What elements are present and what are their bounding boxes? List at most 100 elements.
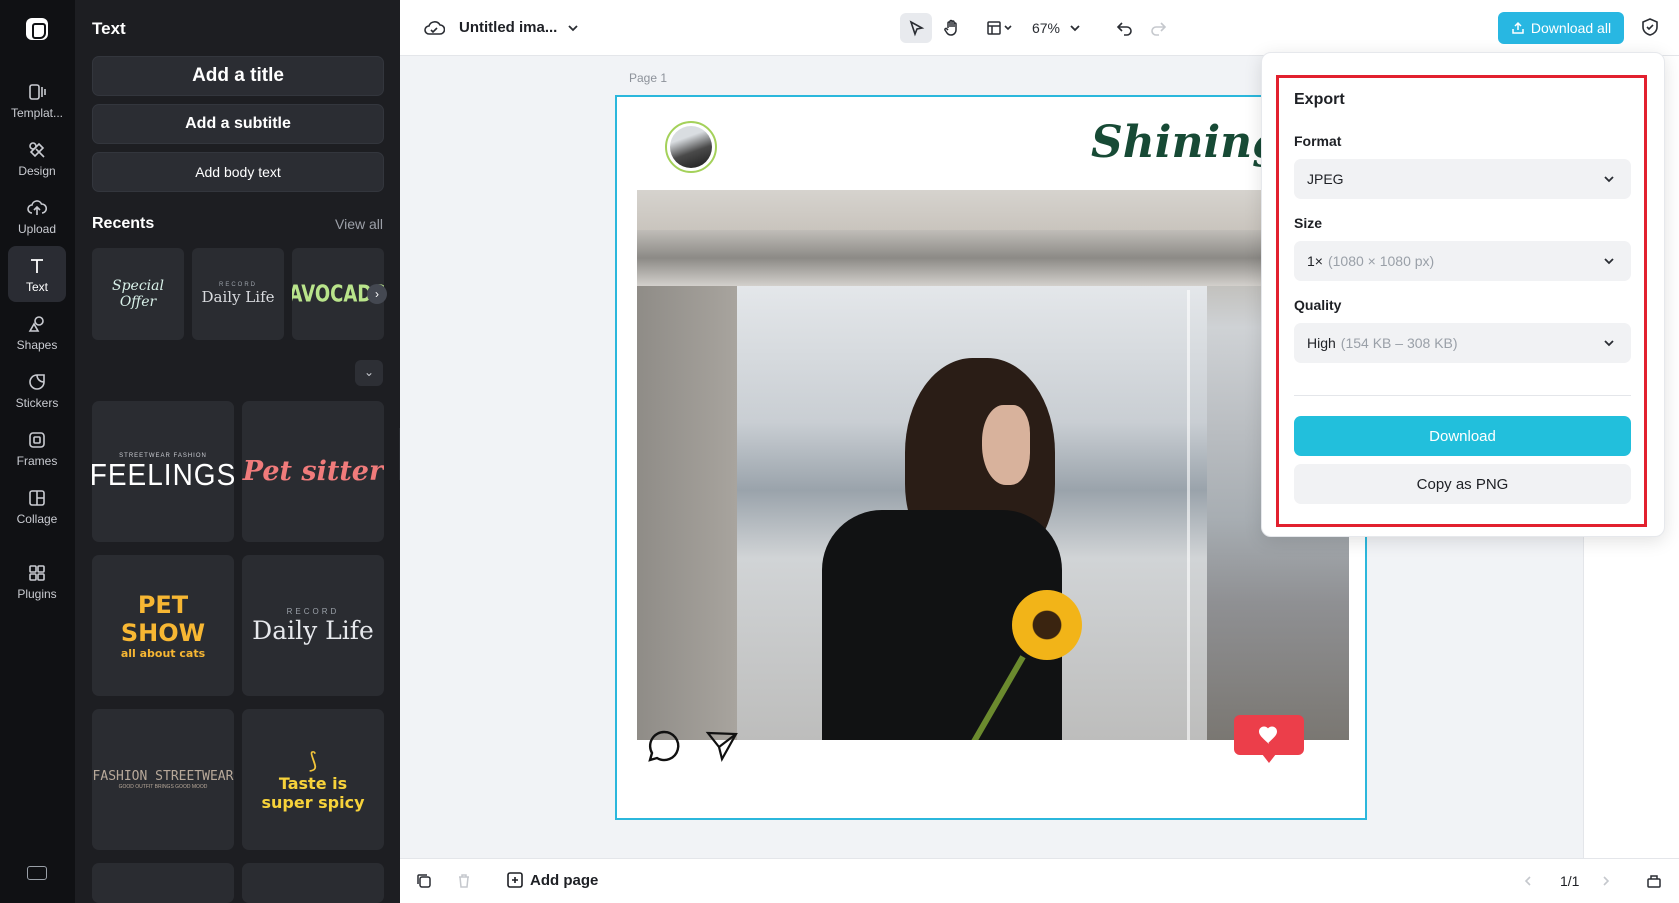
page-label: Page 1 xyxy=(629,71,668,85)
text-template-card[interactable]: ⟆ Taste is super spicy xyxy=(242,709,384,850)
add-title-button[interactable]: Add a title xyxy=(92,56,384,96)
top-toolbar: Untitled ima... 67% Download all xyxy=(400,0,1679,56)
text-panel: Text Add a title Add a subtitle Add body… xyxy=(75,0,400,903)
like-badge[interactable] xyxy=(1234,715,1304,763)
size-select[interactable]: 1× (1080 × 1080 px) xyxy=(1294,241,1631,281)
next-page-icon[interactable] xyxy=(1600,875,1612,887)
plugins-icon xyxy=(29,565,45,581)
export-icon xyxy=(1512,21,1524,34)
size-label: Size xyxy=(1294,215,1323,231)
rail-label: Stickers xyxy=(15,396,59,410)
add-page-button[interactable]: Add page xyxy=(506,871,598,889)
document-title[interactable]: Untitled ima... xyxy=(459,19,557,36)
rail-label: Shapes xyxy=(16,338,58,352)
chevron-down-icon[interactable] xyxy=(1068,21,1082,35)
chevron-down-icon[interactable] xyxy=(566,21,580,35)
template-sub: all about cats xyxy=(120,647,206,660)
hand-tool[interactable] xyxy=(936,13,968,43)
text-template-card[interactable]: STREETWEAR FASHION FEELINGS xyxy=(92,401,234,542)
prev-page-icon[interactable] xyxy=(1522,875,1534,887)
rail-item-upload[interactable]: Upload xyxy=(8,188,66,244)
rail-item-collage[interactable]: Collage xyxy=(8,478,66,534)
undo-icon[interactable] xyxy=(1116,19,1134,37)
shapes-icon xyxy=(28,316,44,332)
heart-icon xyxy=(1259,726,1277,744)
app-root: Templat... Design Upload Text Shapes Sti… xyxy=(0,0,1679,903)
rail-label: Upload xyxy=(17,222,57,236)
download-all-button[interactable]: Download all xyxy=(1498,12,1624,44)
export-title: Export xyxy=(1294,91,1345,108)
text-template-card[interactable]: RECORD Daily Life xyxy=(242,555,384,696)
format-select[interactable]: JPEG xyxy=(1294,159,1631,199)
rail-item-stickers[interactable]: Stickers xyxy=(8,362,66,418)
view-all-link[interactable]: View all xyxy=(335,216,383,232)
chili-icon: ⟆ xyxy=(308,747,318,773)
layout-icon xyxy=(987,21,1001,35)
send-icon[interactable] xyxy=(705,729,739,763)
text-template-card[interactable] xyxy=(92,863,234,903)
chevron-down-icon[interactable]: ⌄ xyxy=(355,360,383,386)
chevron-down-icon xyxy=(1604,176,1614,183)
avatar[interactable] xyxy=(665,121,717,173)
rail-label: Collage xyxy=(16,512,58,526)
select-tool[interactable] xyxy=(900,13,932,43)
recent-text-style[interactable]: Special Offer xyxy=(92,248,184,340)
cursor-icon xyxy=(909,20,925,37)
panel-title: Text xyxy=(92,19,126,38)
chevron-down-icon xyxy=(1604,258,1614,265)
download-all-label: Download all xyxy=(1530,20,1612,36)
rail-item-design[interactable]: Design xyxy=(8,130,66,186)
download-button[interactable]: Download xyxy=(1294,416,1631,456)
copy-as-png-button[interactable]: Copy as PNG xyxy=(1294,464,1631,504)
rail-item-text[interactable]: Text xyxy=(8,246,66,302)
sunflower xyxy=(1012,590,1082,660)
keyboard-shortcuts-icon[interactable] xyxy=(27,866,47,880)
post-template: Shining Pea xyxy=(631,99,1387,816)
template-text: Daily Life xyxy=(252,615,374,645)
text-template-card[interactable]: PET SHOW all about cats xyxy=(92,555,234,696)
text-template-card[interactable]: Pet sitter xyxy=(242,401,384,542)
rail-label: Design xyxy=(18,164,56,178)
main-photo[interactable] xyxy=(637,190,1349,740)
rail-label: Frames xyxy=(16,454,58,468)
rail-item-shapes[interactable]: Shapes xyxy=(8,304,66,360)
add-page-icon xyxy=(507,872,523,888)
cloud-sync-icon[interactable] xyxy=(423,17,445,39)
quality-select[interactable]: High (154 KB – 308 KB) xyxy=(1294,323,1631,363)
rail-item-templates[interactable]: Templat... xyxy=(8,72,66,128)
layout-tool[interactable] xyxy=(980,13,1020,43)
recents-next-arrow[interactable]: › xyxy=(367,284,387,304)
text-icon xyxy=(31,259,43,273)
design-icon xyxy=(29,142,45,158)
recent-text-style[interactable]: RECORD Daily Life xyxy=(192,248,284,340)
redo-icon[interactable] xyxy=(1149,19,1167,37)
add-body-text-button[interactable]: Add body text xyxy=(92,152,384,192)
stickers-icon xyxy=(29,374,45,390)
layers-icon[interactable] xyxy=(1646,873,1662,889)
design-page[interactable]: Shining Pea xyxy=(615,95,1387,820)
page-counter: 1/1 xyxy=(1560,873,1580,889)
quality-detail: (154 KB – 308 KB) xyxy=(1340,335,1458,351)
text-template-card[interactable]: FASHION STREETWEAR GOOD OUTFIT BRINGS GO… xyxy=(92,709,234,850)
shield-icon[interactable] xyxy=(1640,17,1660,37)
chevron-down-icon xyxy=(1004,25,1012,31)
bottom-toolbar: Add page 1/1 xyxy=(400,858,1679,903)
add-subtitle-button[interactable]: Add a subtitle xyxy=(92,104,384,144)
rail-item-plugins[interactable]: Plugins xyxy=(8,553,66,609)
size-detail: (1080 × 1080 px) xyxy=(1327,253,1435,269)
quality-value: High xyxy=(1307,335,1336,351)
comment-icon[interactable] xyxy=(647,729,681,763)
zoom-level[interactable]: 67% xyxy=(1028,13,1064,43)
frames-icon xyxy=(29,432,45,448)
rail-item-frames[interactable]: Frames xyxy=(8,420,66,476)
template-sub: GOOD OUTFIT BRINGS GOOD MOOD xyxy=(118,784,208,790)
recent-text: Special Offer xyxy=(112,278,164,310)
trash-icon[interactable] xyxy=(456,873,472,889)
text-template-card[interactable] xyxy=(242,863,384,903)
template-text: Pet sitter xyxy=(242,456,384,487)
template-kicker: RECORD xyxy=(286,606,340,616)
app-logo[interactable] xyxy=(26,18,48,40)
duplicate-page-icon[interactable] xyxy=(416,873,432,889)
template-text: FEELINGS xyxy=(92,456,234,491)
hand-icon xyxy=(944,19,957,36)
